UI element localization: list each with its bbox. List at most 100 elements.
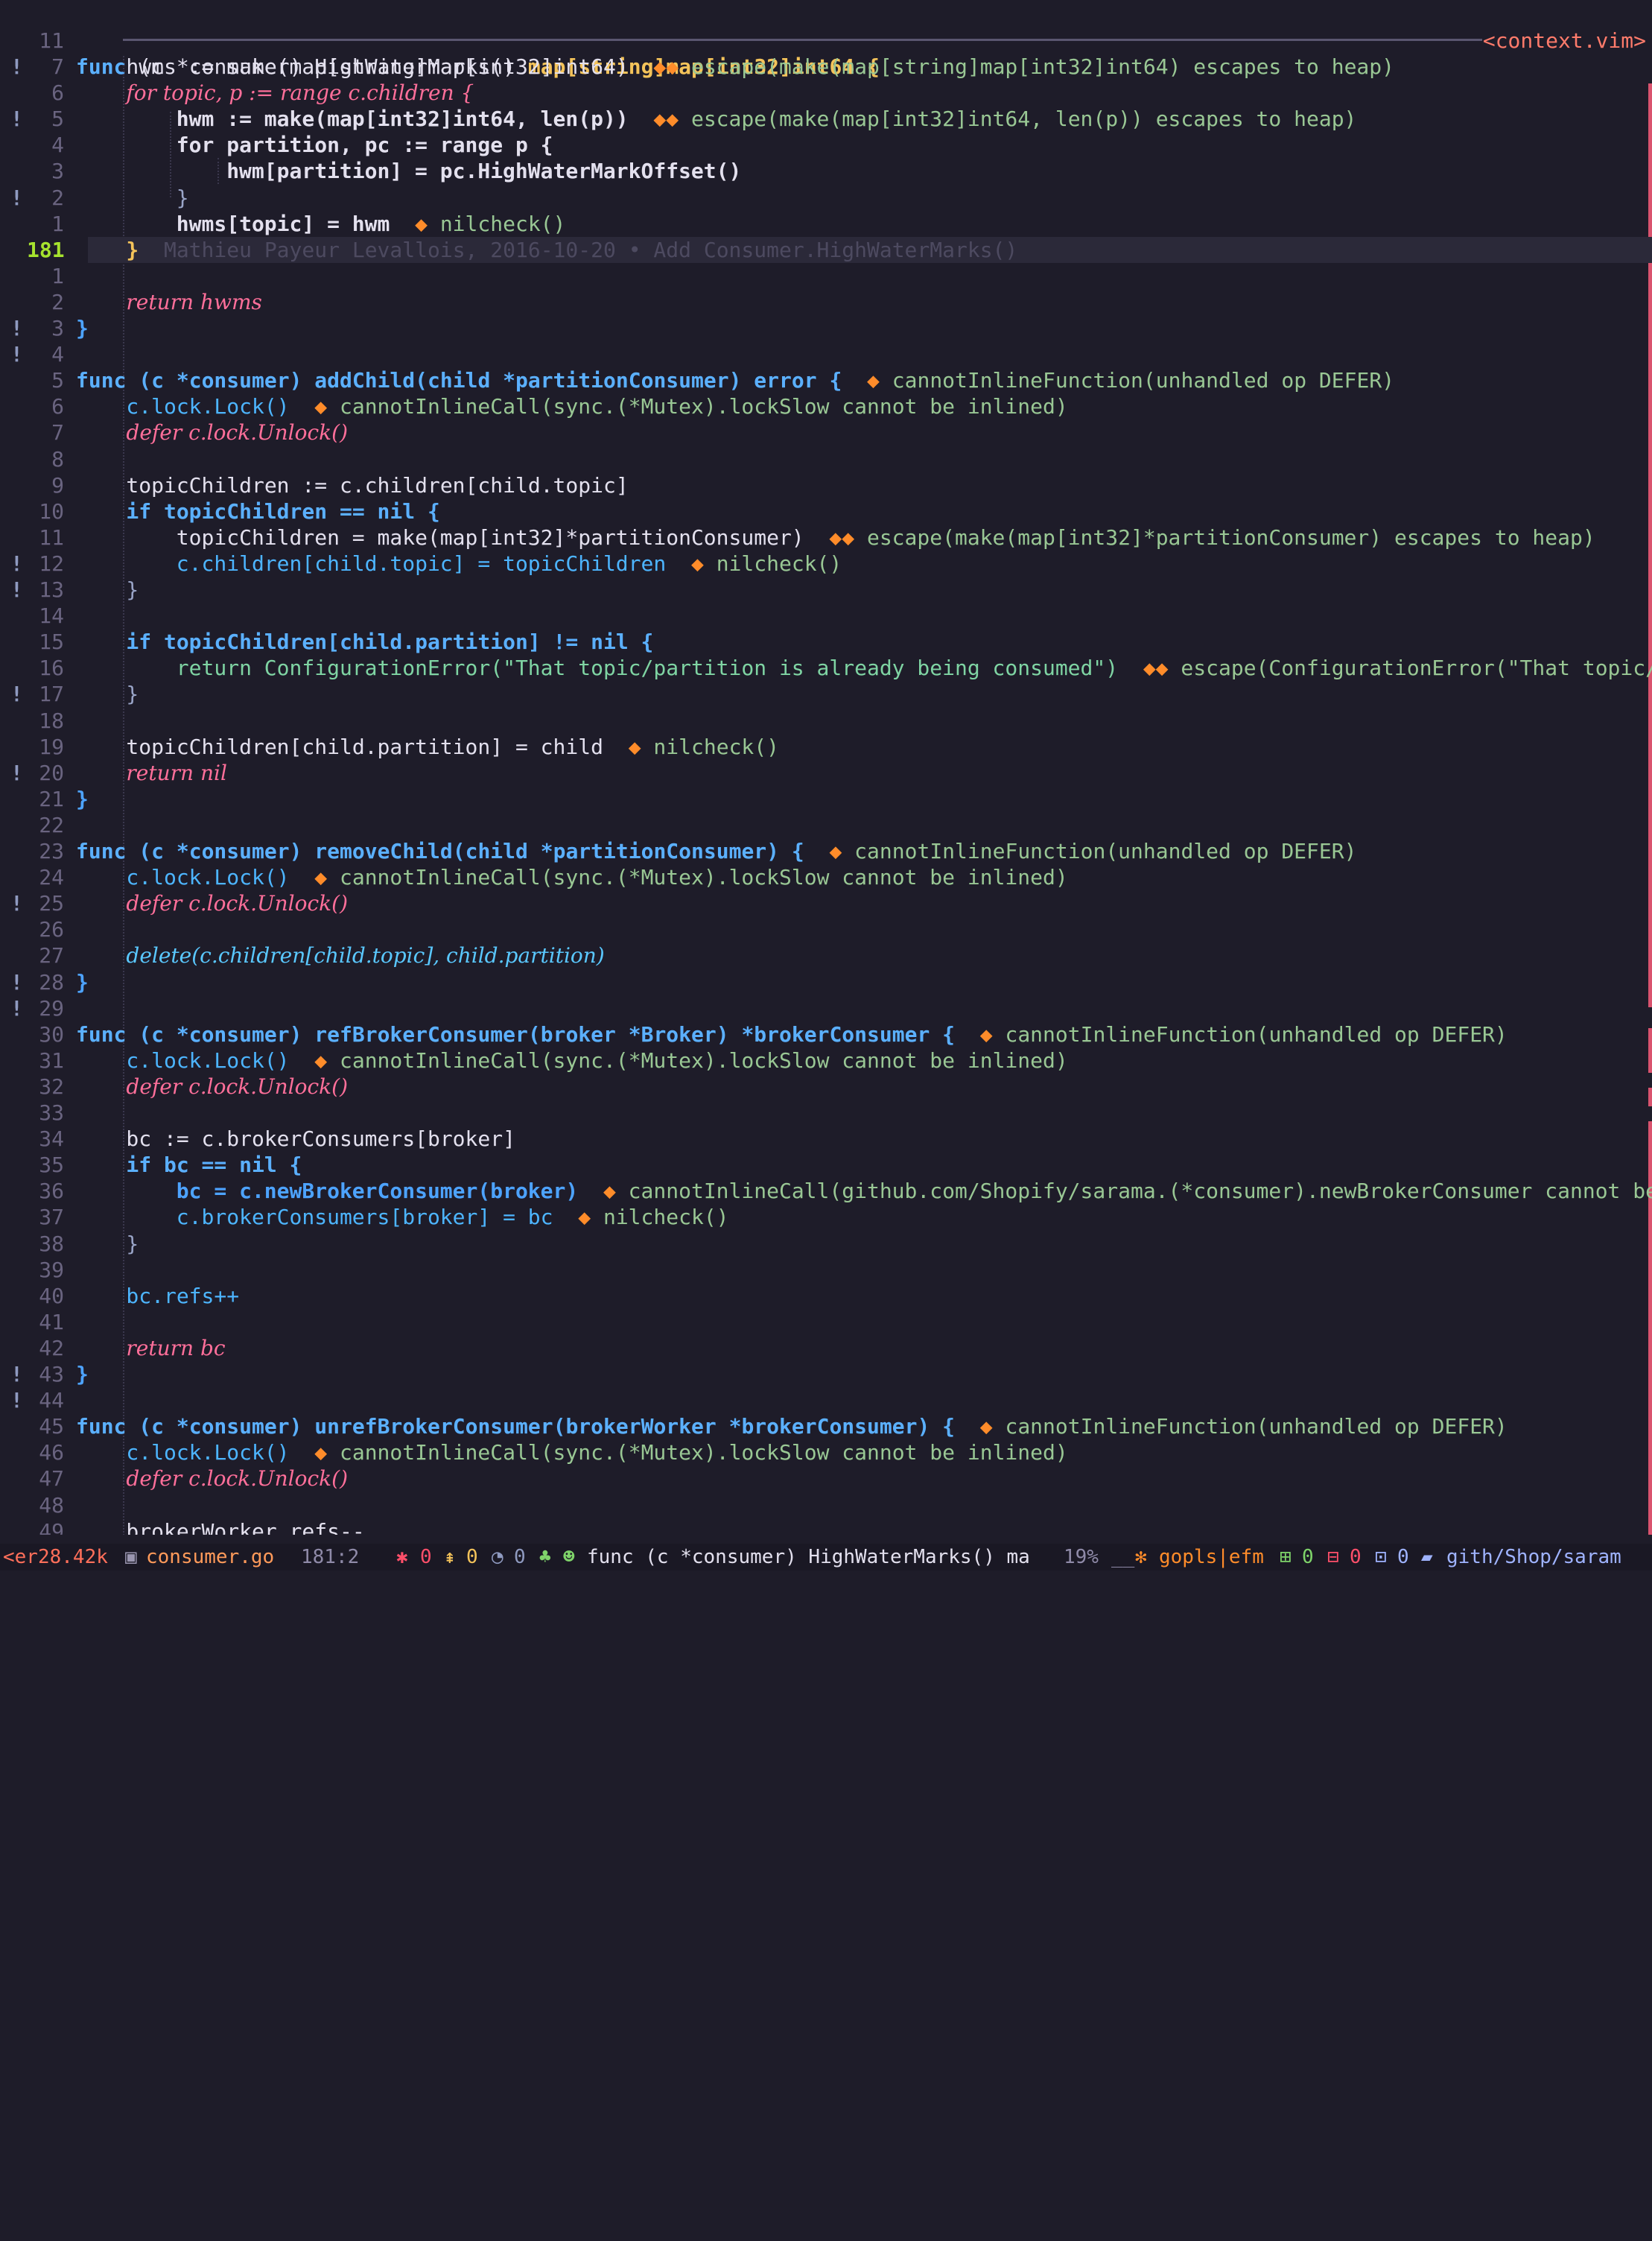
code-content: defer c.lock.Unlock()	[126, 1074, 348, 1099]
code-line[interactable]: 2 return hwms	[0, 289, 1652, 315]
code-text: hwms := make(map[string]map[int32]int64)…	[126, 54, 1394, 80]
code-line[interactable]: ! 17}	[0, 681, 1652, 707]
code-content: }	[126, 237, 139, 262]
line-number: 40	[39, 1283, 64, 1308]
line-number: 16	[39, 656, 64, 681]
context-plugin-label: <context.vim>	[1482, 28, 1646, 53]
code-line[interactable]: ! 7 hwms := make(map[string]map[int32]int6…	[0, 54, 1652, 80]
code-line[interactable]: 41	[0, 1309, 1652, 1335]
code-line[interactable]: 39	[0, 1257, 1652, 1283]
code-line[interactable]: 48	[0, 1492, 1652, 1518]
code-line[interactable]: 22	[0, 812, 1652, 838]
line-number: 6	[51, 394, 64, 419]
code-line[interactable]: ! 12 c.children[child.topic] = topicChildr…	[0, 551, 1652, 577]
code-line[interactable]: 38}	[0, 1231, 1652, 1257]
code-text: c.lock.Lock() ◆ cannotInlineCall(sync.(*…	[126, 864, 1067, 890]
line-number: 30	[39, 1021, 64, 1047]
fox-icon: ◆	[314, 1047, 328, 1073]
code-line[interactable]: 34 bc := c.brokerConsumers[broker]	[0, 1126, 1652, 1152]
code-line[interactable]: 6 c.lock.Lock() ◆ cannotInlineCall(sync.(…	[0, 393, 1652, 419]
code-line[interactable]: 23 func (c *consumer) removeChild(child *…	[0, 838, 1652, 864]
line-number: 45	[39, 1414, 64, 1439]
code-line[interactable]: ! 2}	[0, 185, 1652, 211]
diagnostic-sign: !	[10, 1388, 23, 1413]
code-line[interactable]: 4 for partition, pc := range p {	[0, 132, 1652, 158]
code-line[interactable]: 1 hwms[topic] = hwm ◆ nilcheck()	[0, 211, 1652, 237]
code-line[interactable]: 10 if topicChildren == nil {	[0, 498, 1652, 524]
code-content: }	[76, 786, 89, 811]
code-line[interactable]: 40 bc.refs++	[0, 1283, 1652, 1309]
code-line[interactable]: ! 28}	[0, 969, 1652, 995]
code-line[interactable]: 11 topicChildren = make(map[int32]*partit…	[0, 524, 1652, 551]
code-line[interactable]: 7 defer c.lock.Unlock()	[0, 419, 1652, 446]
folder-icon: ▰	[1421, 1546, 1433, 1568]
code-line[interactable]: ! 20 return nil	[0, 760, 1652, 786]
code-content: hwm := make(map[int32]int64, len(p))	[176, 107, 629, 132]
line-number: 29	[39, 995, 64, 1021]
code-line[interactable]: 6 for topic, p := range c.children {	[0, 80, 1652, 106]
code-line[interactable]: 32 defer c.lock.Unlock()	[0, 1074, 1652, 1100]
code-text: bc := c.brokerConsumers[broker]	[126, 1126, 515, 1152]
code-text: hwm[partition] = pc.HighWaterMarkOffset(…	[226, 158, 741, 184]
code-content: c.brokerConsumers[broker] = bc	[176, 1205, 553, 1230]
lsp-clients[interactable]: gopls|efm	[1159, 1544, 1264, 1570]
code-line[interactable]: 42 return bc	[0, 1335, 1652, 1361]
code-line[interactable]: ! 13}	[0, 577, 1652, 603]
status-line: <er28.42k ▣ consumer.go 181:2 ✱ 0 ⇞ 0 ◔ …	[0, 1544, 1652, 1570]
code-editor[interactable]: 11 func (c *consumer) HighWaterMarks() m…	[0, 0, 1652, 1535]
code-text: }	[76, 786, 89, 812]
code-line[interactable]: 3 hwm[partition] = pc.HighWaterMarkOffset…	[0, 158, 1652, 184]
code-line[interactable]: ! 43}	[0, 1361, 1652, 1387]
code-line[interactable]: 46 c.lock.Lock() ◆ cannotInlineCall(sync.…	[0, 1439, 1652, 1465]
code-line[interactable]: 27 delete(c.children[child.topic], child.…	[0, 942, 1652, 969]
compiler-hint: cannotInlineFunction(unhandled op DEFER)	[1005, 1414, 1508, 1439]
code-text: if topicChildren[child.partition] != nil…	[126, 629, 653, 655]
code-line[interactable]: 49 brokerWorker.refs--	[0, 1518, 1652, 1535]
code-line[interactable]: 9 topicChildren := c.children[child.topic…	[0, 472, 1652, 498]
code-line[interactable]: 35 if bc == nil {	[0, 1152, 1652, 1178]
file-name[interactable]: consumer.go	[146, 1544, 274, 1570]
code-line[interactable]: 24 c.lock.Lock() ◆ cannotInlineCall(sync.…	[0, 864, 1652, 890]
code-line[interactable]: 45 func (c *consumer) unrefBrokerConsumer…	[0, 1413, 1652, 1439]
code-line[interactable]: 26	[0, 916, 1652, 942]
code-line[interactable]: 5 func (c *consumer) addChild(child *part…	[0, 367, 1652, 393]
line-number: 15	[39, 630, 64, 655]
code-line[interactable]: 31 c.lock.Lock() ◆ cannotInlineCall(sync.…	[0, 1047, 1652, 1074]
code-line[interactable]: 37 c.brokerConsumers[broker] = bc ◆ nilch…	[0, 1204, 1652, 1230]
line-number: 49	[39, 1518, 64, 1535]
code-line[interactable]: 18	[0, 708, 1652, 734]
code-text: for topic, p := range c.children {	[126, 80, 474, 106]
code-line[interactable]: 15 if topicChildren[child.partition] != n…	[0, 629, 1652, 655]
code-content: }	[76, 316, 89, 340]
code-text: c.lock.Lock() ◆ cannotInlineCall(sync.(*…	[126, 393, 1067, 419]
git-blame-annotation: Mathieu Payeur Levallois, 2016-10-20 • A…	[163, 237, 1018, 262]
code-line[interactable]: ! 3}	[0, 315, 1652, 341]
code-line[interactable]: ! 25 defer c.lock.Unlock()	[0, 890, 1652, 916]
code-content: c.lock.Lock()	[126, 1047, 290, 1073]
code-line[interactable]: ! 5 hwm := make(map[int32]int64, len(p)) ◆…	[0, 106, 1652, 132]
code-line[interactable]: 30 func (c *consumer) refBrokerConsumer(b…	[0, 1021, 1652, 1047]
line-number: 34	[39, 1126, 64, 1152]
code-line[interactable]: 1	[0, 263, 1652, 289]
code-line[interactable]: ! 44	[0, 1387, 1652, 1413]
code-line[interactable]: 47 defer c.lock.Unlock()	[0, 1465, 1652, 1492]
line-number: 48	[39, 1492, 64, 1518]
code-line[interactable]: ! 29	[0, 995, 1652, 1021]
code-line[interactable]: 33	[0, 1100, 1652, 1126]
line-number: 12	[39, 551, 64, 576]
code-line[interactable]: 16 return ConfigurationError("That topic/…	[0, 655, 1652, 681]
code-line[interactable]: ! 4	[0, 341, 1652, 367]
code-content: defer c.lock.Unlock()	[126, 420, 348, 446]
hint-icon: ◔	[492, 1546, 503, 1568]
line-number: 13	[39, 577, 64, 602]
code-line[interactable]: 21}	[0, 786, 1652, 812]
code-text: brokerWorker.refs--	[126, 1518, 364, 1535]
code-line[interactable]: 8	[0, 446, 1652, 472]
code-line[interactable]: 36 bc = c.newBrokerConsumer(broker) ◆ can…	[0, 1178, 1652, 1204]
code-line[interactable]: 19 topicChildren[child.partition] = child…	[0, 734, 1652, 760]
code-line[interactable]: 14	[0, 603, 1652, 629]
removed-icon: ⊟	[1327, 1546, 1339, 1568]
code-content: bc.refs++	[126, 1283, 240, 1308]
code-line[interactable]: 181} Mathieu Payeur Levallois, 2016-10-2…	[0, 237, 1652, 263]
code-text: func (c *consumer) addChild(child *parti…	[76, 367, 1394, 393]
